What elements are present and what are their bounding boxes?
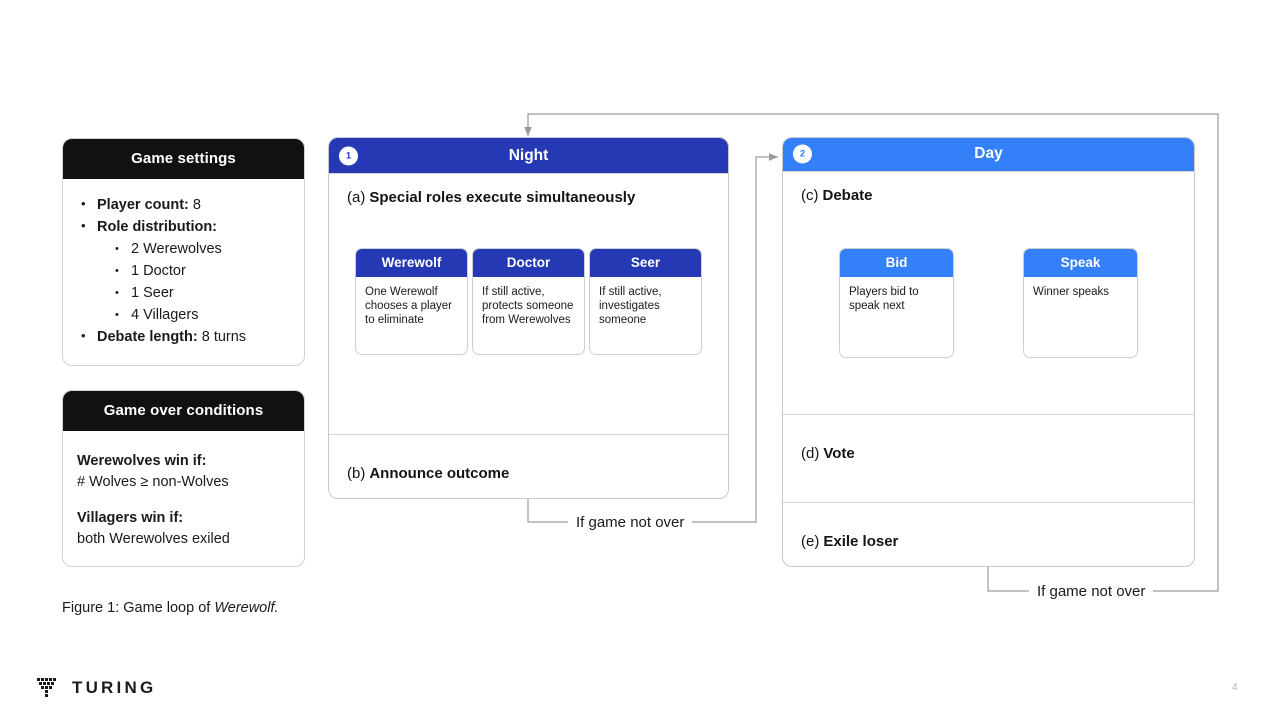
section-text: Debate [822,186,873,204]
section-tag: (d) [801,444,820,462]
role-item: 4 Villagers [111,305,290,325]
day-section-c-label: (c) Debate [801,186,1176,206]
section-text: Exile loser [823,533,899,550]
game-over-title: Game over conditions [63,391,304,431]
win-condition-title: Werewolves win if: [77,453,207,469]
role-card-doctor-title: Doctor [473,249,584,277]
game-settings-body: Player count: 8 Role distribution: 2 Wer… [63,179,304,363]
day-stage-badge: 2 [793,144,812,164]
day-stage-title: Day [974,145,1003,163]
role-item: 1 Seer [111,283,290,303]
night-section-a-label: (a) Special roles execute simultaneously [347,188,710,208]
setting-item: Player count: 8 [77,194,290,215]
action-card-bid-desc: Players bid to speak next [849,286,919,312]
day-stage-header: 2 Day [783,138,1194,171]
day-section-d-label: (d) Vote [801,444,1176,464]
game-settings-panel: Game settings Player count: 8 Role distr… [62,138,305,366]
figure-caption-italic: Werewolf. [214,600,279,616]
role-card-seer-title: Seer [590,249,701,277]
section-text: Vote [823,444,855,462]
day-section-d: (d) Vote [783,413,1194,502]
role-card-seer: Seer If still active, investigates someo… [589,248,702,355]
setting-value: 8 turns [197,329,247,345]
edge-label-day-to-night: If game not over [1029,582,1154,601]
role-item: 2 Werewolves [111,239,290,259]
setting-label: Role distribution: [97,219,218,235]
win-condition-detail: both Werewolves exiled [77,531,230,547]
action-card-speak-desc: Winner speaks [1033,286,1110,298]
game-settings-title: Game settings [63,139,304,179]
role-card-doctor: Doctor If still active, protects someone… [472,248,585,355]
turing-mark-icon [37,678,56,697]
role-card-werewolf: Werewolf One Werewolf chooses a player t… [355,248,468,355]
section-tag: (c) [801,186,819,204]
role-item: 1 Doctor [111,261,290,281]
figure-caption-prefix: Figure 1: Game loop of [62,600,215,616]
setting-item: Role distribution: 2 Werewolves 1 Doctor… [77,216,290,325]
setting-label: Debate length: [97,329,198,345]
section-tag: (b) [347,465,366,482]
action-card-bid: Bid Players bid to speak next [839,248,954,358]
figure-caption: Figure 1: Game loop of Werewolf. [62,600,279,616]
night-stage-header: 1 Night [329,138,728,174]
day-section-e: (e) Exile loser [783,502,1194,566]
turing-logo: TURING [36,676,156,700]
role-card-werewolf-desc: One Werewolf chooses a player to elimina… [365,286,452,326]
section-tag: (a) [347,189,366,207]
turing-logo-text: TURING [72,678,157,697]
setting-label: Player count: [97,197,189,213]
role-card-doctor-desc: If still active, protects someone from W… [482,286,574,326]
page-number: 4 [1232,682,1238,693]
night-stage-badge: 1 [339,146,358,166]
game-over-body: Werewolves win if: # Wolves ≥ non-Wolves… [63,431,304,564]
night-section-b-label: (b) Announce outcome [347,464,710,484]
role-distribution-list: 2 Werewolves 1 Doctor 1 Seer 4 Villagers [111,239,290,325]
day-section-e-label: (e) Exile loser [801,532,1176,552]
role-card-seer-desc: If still active, investigates someone [599,286,662,326]
game-over-conditions-panel: Game over conditions Werewolves win if: … [62,390,305,567]
action-card-bid-title: Bid [840,249,953,277]
section-text: Special roles execute simultaneously [369,189,636,207]
night-stage-title: Night [508,146,549,164]
section-text: Announce outcome [369,465,510,482]
setting-item: Debate length: 8 turns [77,326,290,347]
setting-value: 8 [188,197,201,213]
night-section-b: (b) Announce outcome [329,434,728,498]
win-condition-detail: # Wolves ≥ non-Wolves [77,474,229,490]
role-card-werewolf-title: Werewolf [356,249,467,277]
win-condition-title: Villagers win if: [77,510,184,526]
action-card-speak-title: Speak [1024,249,1137,277]
action-card-speak: Speak Winner speaks [1023,248,1138,358]
edge-label-night-to-day: If game not over [568,513,693,532]
section-tag: (e) [801,533,820,550]
